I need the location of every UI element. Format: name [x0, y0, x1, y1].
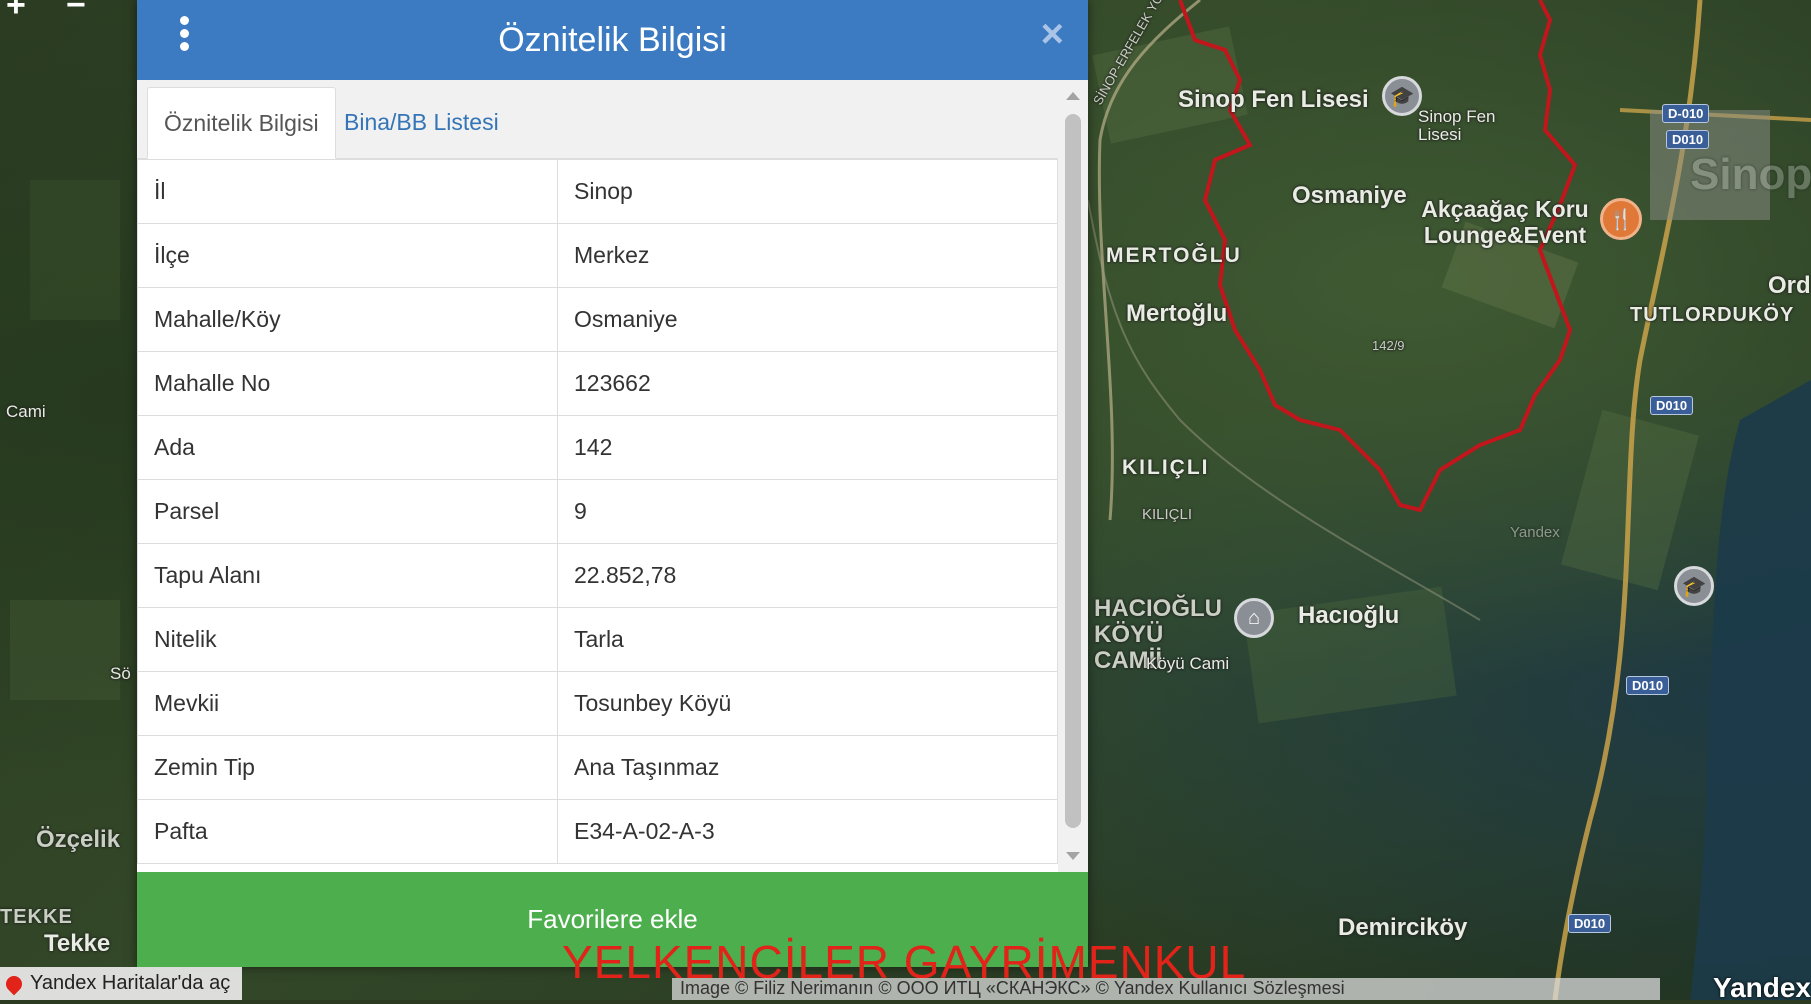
- tab-bar: Öznitelik Bilgisi Bina/BB Listesi: [137, 80, 1058, 159]
- row-value: Ana Taşınmaz: [557, 735, 1058, 800]
- row-key: İlçe: [137, 223, 558, 288]
- table-row: Mahalle/Köy Osmaniye: [137, 287, 1058, 352]
- school-icon-2[interactable]: 🎓: [1674, 566, 1714, 606]
- row-value: E34-A-02-A-3: [557, 799, 1058, 864]
- attribute-table: İl Sinop İlçe Merkez Mahalle/Köy Osmaniy…: [137, 159, 1058, 864]
- row-value: 142: [557, 415, 1058, 480]
- map-label-parcel-tag: 142/9: [1372, 338, 1405, 353]
- table-row: Ada 142: [137, 415, 1058, 480]
- row-key: Zemin Tip: [137, 735, 558, 800]
- open-in-yandex-link[interactable]: Yandex Haritalar'da aç: [0, 967, 243, 1000]
- row-key: Mahalle No: [137, 351, 558, 416]
- table-row: Mevkii Tosunbey Köyü: [137, 671, 1058, 736]
- map-label-tutlorduköy: TUTLORDUKÖY: [1630, 304, 1795, 326]
- table-row: Zemin Tip Ana Taşınmaz: [137, 735, 1058, 800]
- mosque-icon[interactable]: ⌂: [1234, 598, 1274, 638]
- yandex-logo: Yandex: [1712, 972, 1811, 1003]
- open-in-yandex-label: Yandex Haritalar'da aç: [30, 972, 231, 994]
- scroll-down-arrow-icon[interactable]: [1066, 852, 1080, 860]
- scroll-thumb[interactable]: [1065, 114, 1081, 828]
- attribute-info-dialog: Öznitelik Bilgisi × Öznitelik Bilgisi Bi…: [137, 0, 1088, 967]
- row-key: Pafta: [137, 799, 558, 864]
- map-label-ord: Ord: [1768, 272, 1811, 299]
- map-label-kilicli-small: KILIÇLI: [1142, 506, 1193, 523]
- map-label-yandex-faint: Yandex: [1510, 524, 1560, 541]
- map-label-sinop: Sinop: [1690, 150, 1811, 199]
- table-row: Pafta E34-A-02-A-3: [137, 799, 1058, 864]
- map-label-tekke: Tekke: [44, 930, 111, 957]
- map-label-hacioglu: Hacıoğlu: [1298, 602, 1400, 629]
- table-row: İl Sinop: [137, 159, 1058, 224]
- restaurant-icon[interactable]: 🍴: [1600, 198, 1642, 240]
- row-value: 123662: [557, 351, 1058, 416]
- map-label-mertoglu: Mertoğlu: [1126, 300, 1228, 327]
- map-label-koyu-cami: Köyü Cami: [1146, 654, 1230, 673]
- tab-attribute-info[interactable]: Öznitelik Bilgisi: [147, 87, 336, 159]
- row-key: Nitelik: [137, 607, 558, 672]
- map-copyright: Image © Filiz Nerimanın © ООО ИТЦ «СКАНЭ…: [672, 978, 1660, 1000]
- table-row: Nitelik Tarla: [137, 607, 1058, 672]
- map-label-school-poi: Sinop Fen Lisesi: [1418, 107, 1496, 144]
- road-badge-d010-d: D010: [1568, 914, 1612, 933]
- table-row: Tapu Alanı 22.852,78: [137, 543, 1058, 608]
- map-label-sinop-fen-lisesi: Sinop Fen Lisesi: [1178, 86, 1369, 113]
- road-badge-d010-b: D010: [1650, 396, 1694, 415]
- table-row: İlçe Merkez: [137, 223, 1058, 288]
- row-value: Merkez: [557, 223, 1058, 288]
- road-badge-d010-c: D010: [1626, 676, 1670, 695]
- row-value: Osmaniye: [557, 287, 1058, 352]
- map-label-ozcelik: Özçelik: [36, 826, 121, 853]
- map-label-cami: Cami: [6, 402, 46, 421]
- table-row: Mahalle No 123662: [137, 351, 1058, 416]
- map-label-tekke-caps: TEKKE: [0, 906, 73, 928]
- row-key: İl: [137, 159, 558, 224]
- school-icon[interactable]: 🎓: [1382, 76, 1422, 116]
- map-label-kilicli: KILIÇLI: [1122, 456, 1210, 479]
- close-icon[interactable]: ×: [1041, 14, 1064, 54]
- tab-building-list[interactable]: Bina/BB Listesi: [328, 87, 515, 158]
- map-label-akcaagac: Akçaağaç Koru Lounge&Event: [1421, 196, 1589, 248]
- row-value: Sinop: [557, 159, 1058, 224]
- map-label-demirci-koy: Demirciköy: [1338, 914, 1468, 941]
- map-label-so: Sö: [110, 664, 131, 683]
- row-value: Tarla: [557, 607, 1058, 672]
- road-badge-d010-a: D010: [1666, 130, 1710, 149]
- map-label-osmaniye: Osmaniye: [1292, 182, 1407, 209]
- dialog-header: Öznitelik Bilgisi ×: [137, 0, 1088, 80]
- zoom-in-button[interactable]: +: [6, 0, 26, 25]
- dialog-title: Öznitelik Bilgisi: [498, 20, 727, 59]
- vertical-scrollbar[interactable]: [1058, 80, 1088, 872]
- row-key: Parsel: [137, 479, 558, 544]
- row-key: Mevkii: [137, 671, 558, 736]
- row-value: Tosunbey Köyü: [557, 671, 1058, 736]
- row-key: Tapu Alanı: [137, 543, 558, 608]
- row-key: Mahalle/Köy: [137, 287, 558, 352]
- attribute-table-wrapper[interactable]: İl Sinop İlçe Merkez Mahalle/Köy Osmaniy…: [137, 159, 1058, 872]
- table-row: Parsel 9: [137, 479, 1058, 544]
- row-value: 9: [557, 479, 1058, 544]
- row-key: Ada: [137, 415, 558, 480]
- map-pin-icon: [2, 972, 26, 995]
- map-label-mertoglu-caps: MERTOĞLU: [1106, 244, 1242, 267]
- road-badge-d010-top: D-010: [1662, 104, 1710, 123]
- row-value: 22.852,78: [557, 543, 1058, 608]
- kebab-menu-icon[interactable]: [177, 16, 191, 56]
- scroll-up-arrow-icon[interactable]: [1066, 92, 1080, 100]
- zoom-out-button[interactable]: −: [66, 0, 86, 25]
